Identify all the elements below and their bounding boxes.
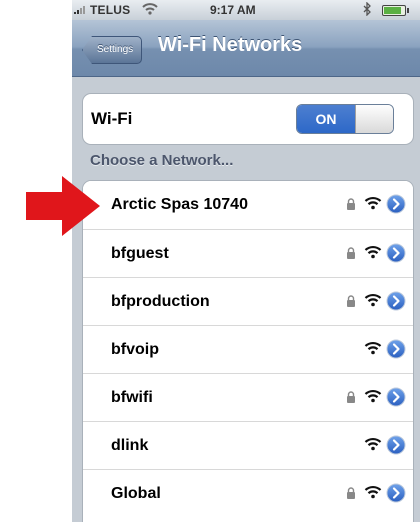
detail-disclosure-icon[interactable] bbox=[386, 339, 406, 359]
network-row[interactable]: Global bbox=[83, 469, 413, 518]
detail-disclosure-icon[interactable] bbox=[386, 194, 406, 214]
lock-icon bbox=[347, 391, 355, 403]
choose-network-header: Choose a Network... bbox=[90, 152, 234, 169]
wifi-toggle-switch[interactable]: ON bbox=[296, 104, 394, 134]
carrier-label: TELUS bbox=[90, 3, 131, 17]
navigation-bar: Settings Wi-Fi Networks bbox=[72, 20, 420, 77]
status-wifi-icon bbox=[142, 3, 158, 15]
wifi-toggle-group: Wi-Fi ON bbox=[82, 93, 414, 145]
detail-disclosure-icon[interactable] bbox=[386, 435, 406, 455]
network-name: bfvoip bbox=[111, 341, 159, 358]
toggle-knob bbox=[355, 105, 393, 133]
red-arrow-icon bbox=[26, 176, 100, 236]
wifi-signal-icon bbox=[364, 437, 382, 451]
bluetooth-icon bbox=[363, 2, 371, 16]
network-name: bfwifi bbox=[111, 389, 153, 406]
toggle-on-label: ON bbox=[297, 105, 355, 133]
network-row[interactable]: dlink bbox=[83, 421, 413, 470]
network-name: Global bbox=[111, 485, 161, 502]
lock-icon bbox=[347, 295, 355, 307]
phone-screen: TELUS 9:17 AM Settings Wi-Fi Networks Wi… bbox=[72, 0, 420, 522]
wifi-signal-icon bbox=[364, 245, 382, 259]
status-bar: TELUS 9:17 AM bbox=[72, 0, 420, 20]
lock-icon bbox=[347, 198, 355, 210]
detail-disclosure-icon[interactable] bbox=[386, 291, 406, 311]
network-name: bfguest bbox=[111, 245, 169, 262]
network-row[interactable]: bfproduction bbox=[83, 277, 413, 326]
wifi-signal-icon bbox=[364, 485, 382, 499]
network-name: bfproduction bbox=[111, 293, 210, 310]
wifi-label: Wi-Fi bbox=[91, 109, 133, 128]
page-title: Wi-Fi Networks bbox=[158, 34, 303, 56]
detail-disclosure-icon[interactable] bbox=[386, 483, 406, 503]
lock-icon bbox=[347, 247, 355, 259]
settings-back-button[interactable]: Settings bbox=[82, 36, 143, 64]
detail-disclosure-icon[interactable] bbox=[386, 243, 406, 263]
network-name: dlink bbox=[111, 437, 149, 454]
network-list: Arctic Spas 10740 bfguest bfproduction bfvo… bbox=[82, 180, 414, 522]
network-row[interactable]: Arctic Spas 10740 bbox=[83, 181, 413, 229]
wifi-signal-icon bbox=[364, 196, 382, 210]
lock-icon bbox=[347, 487, 355, 499]
network-row[interactable]: bfvoip bbox=[83, 325, 413, 374]
wifi-signal-icon bbox=[364, 341, 382, 355]
network-name: Arctic Spas 10740 bbox=[111, 196, 248, 213]
network-row[interactable]: bfwifi bbox=[83, 373, 413, 422]
battery-icon bbox=[382, 5, 409, 16]
cell-signal-icon bbox=[74, 6, 85, 14]
network-row[interactable]: bfguest bbox=[83, 229, 413, 278]
detail-disclosure-icon[interactable] bbox=[386, 387, 406, 407]
wifi-signal-icon bbox=[364, 389, 382, 403]
status-time: 9:17 AM bbox=[210, 3, 256, 17]
wifi-signal-icon bbox=[364, 293, 382, 307]
